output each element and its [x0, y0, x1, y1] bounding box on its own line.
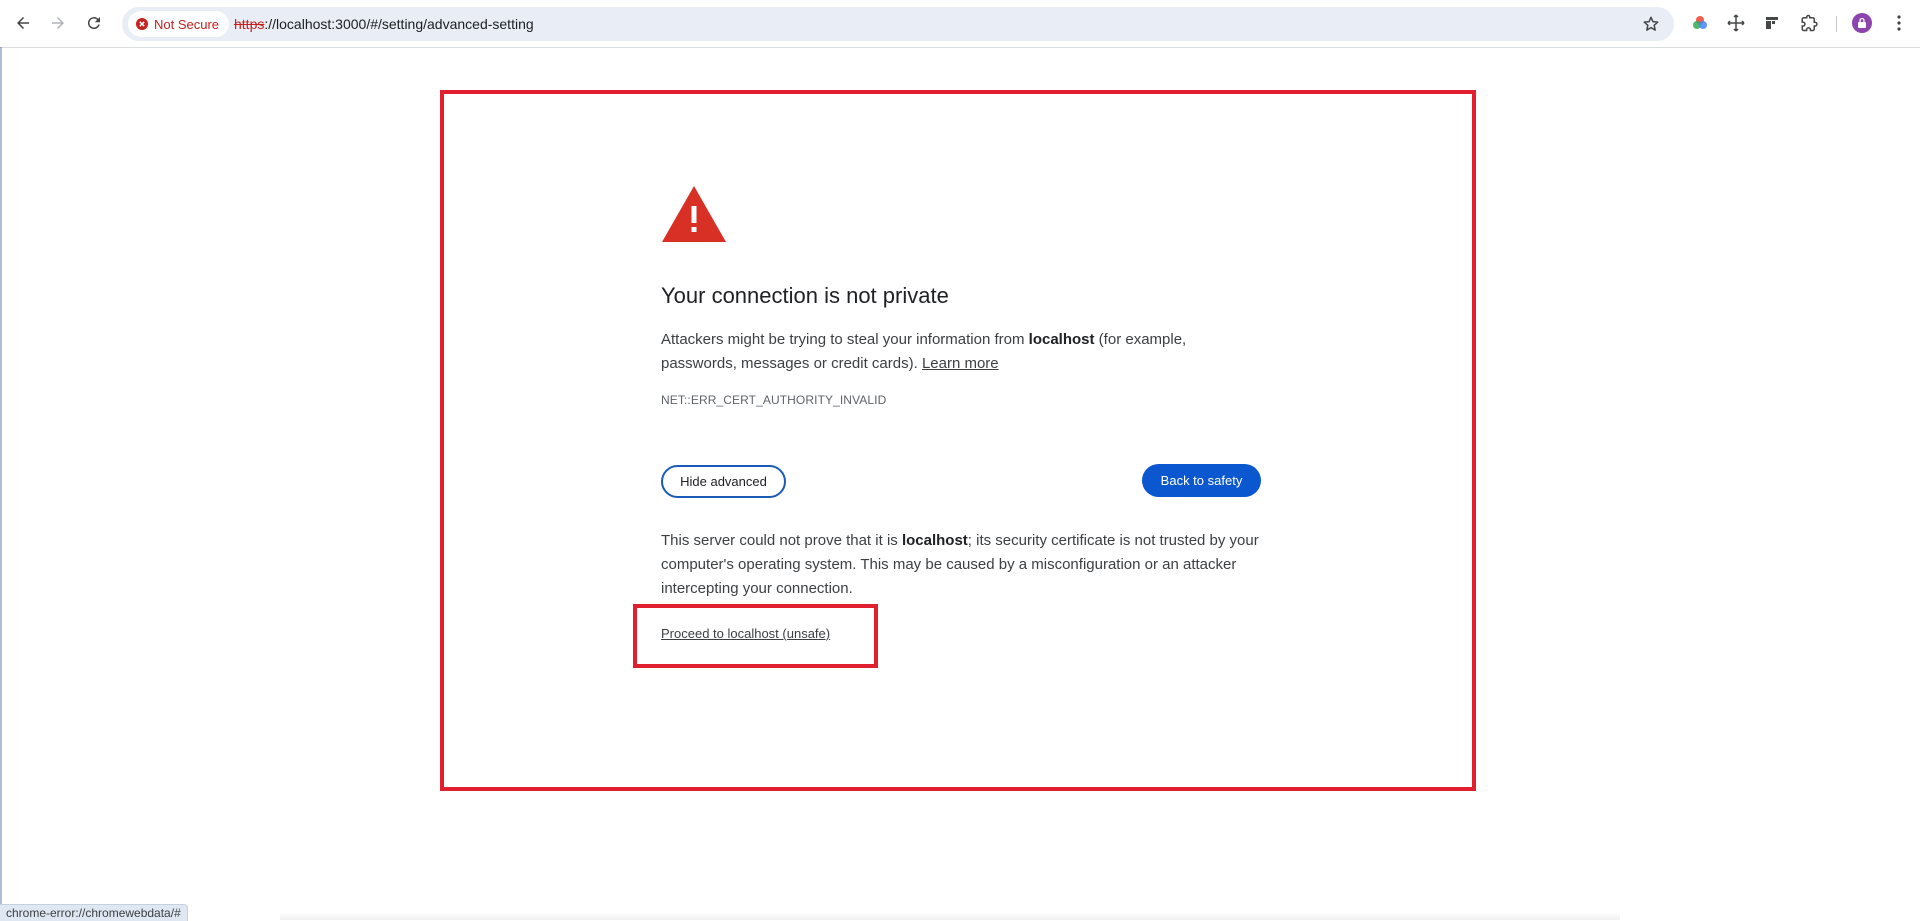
browser-toolbar: Not Secure https://localhost:3000/#/sett…: [0, 0, 1920, 48]
color-wheel-extension-icon[interactable]: [1689, 12, 1711, 34]
error-code: NET::ERR_CERT_AUTHORITY_INVALID: [661, 393, 887, 407]
arrow-right-icon: [52, 17, 64, 29]
arrow-left-icon: [17, 17, 29, 29]
highlight-outline: [440, 90, 1476, 791]
intro-host: localhost: [1028, 331, 1095, 348]
back-button[interactable]: [10, 10, 36, 36]
bookmark-star-icon[interactable]: [1642, 15, 1660, 33]
back-to-safety-button[interactable]: Back to safety: [1142, 464, 1261, 497]
page-title: Your connection is not private: [661, 283, 949, 308]
intro-prefix: Attackers might be trying to steal your …: [661, 331, 1029, 348]
hide-advanced-button[interactable]: Hide advanced: [661, 465, 786, 498]
reload-icon: [87, 17, 100, 30]
browser-menu-button[interactable]: [1888, 12, 1910, 34]
url-text[interactable]: https://localhost:3000/#/setting/advance…: [234, 16, 534, 32]
layout-extension-icon[interactable]: [1761, 12, 1783, 34]
puzzle-extensions-icon[interactable]: [1798, 12, 1820, 34]
forward-button[interactable]: [45, 10, 71, 36]
details-text: This server could not prove that it is l…: [661, 529, 1261, 601]
kebab-menu-icon: [1897, 15, 1901, 31]
security-chip-label: Not Secure: [154, 16, 220, 32]
url-scheme: https: [234, 16, 265, 32]
intro-text: Attackers might be trying to steal your …: [661, 328, 1261, 376]
window-left-edge: [0, 47, 2, 920]
address-bar[interactable]: Not Secure https://localhost:3000/#/sett…: [122, 7, 1674, 41]
security-chip[interactable]: Not Secure: [128, 11, 230, 37]
learn-more-link[interactable]: Learn more: [922, 355, 999, 372]
move-tool-extension-icon[interactable]: [1725, 12, 1747, 34]
url-path: ://localhost:3000/#/setting/advanced-set…: [264, 16, 534, 32]
status-bar: chrome-error://chromewebdata/#: [0, 904, 188, 921]
details-prefix: This server could not prove that it is: [661, 532, 902, 549]
error-circle-icon: [136, 18, 148, 30]
reload-button[interactable]: [81, 10, 107, 36]
warning-triangle-icon: [662, 186, 726, 242]
toolbar-divider: [1836, 16, 1837, 32]
bottom-shadow: [280, 912, 1620, 920]
profile-lock-icon: [1858, 17, 1866, 28]
profile-avatar[interactable]: [1852, 13, 1872, 33]
details-host: localhost: [901, 532, 968, 549]
proceed-unsafe-link[interactable]: Proceed to localhost (unsafe): [661, 626, 830, 641]
